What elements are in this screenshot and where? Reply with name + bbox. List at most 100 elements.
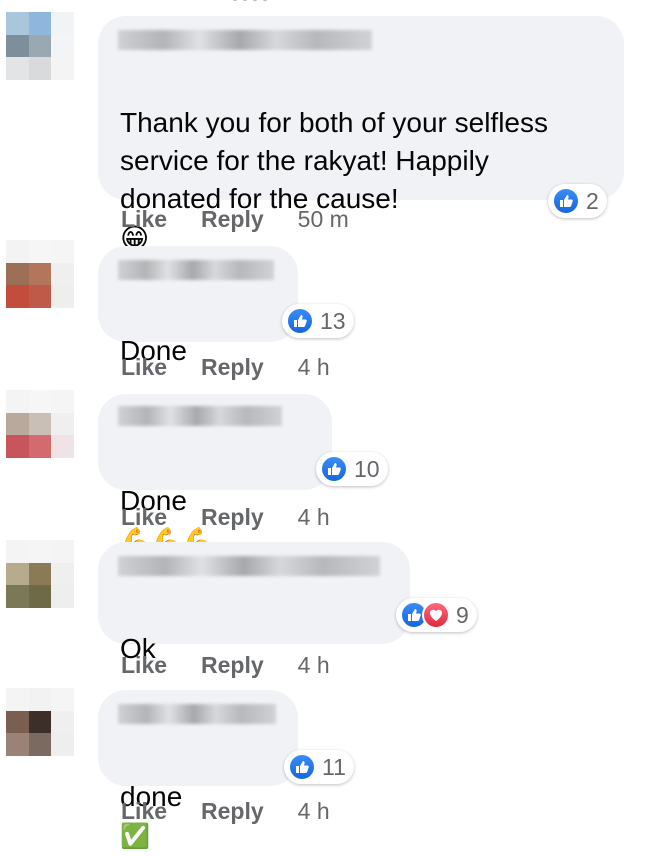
like-reaction-icon — [552, 187, 580, 215]
comment-1: Thank you for both of your selfless serv… — [0, 0, 648, 254]
reaction-count: 11 — [322, 753, 346, 780]
avatar-pixel — [28, 262, 52, 286]
avatar-pixel — [28, 57, 52, 80]
reply-link[interactable]: Reply — [201, 798, 264, 825]
avatar-pixel — [51, 240, 74, 263]
avatar-pixel — [51, 710, 74, 734]
timestamp[interactable]: 50 m — [298, 206, 349, 233]
avatar-pixel — [51, 585, 74, 608]
avatar-pixel — [51, 12, 74, 35]
like-link[interactable]: Like — [121, 206, 167, 233]
reaction-summary[interactable]: 2 — [548, 184, 607, 218]
reaction-summary[interactable]: 10 — [316, 452, 388, 486]
comment-2: Done 13 Like Reply 4 h — [0, 240, 648, 390]
avatar[interactable] — [6, 12, 74, 80]
avatar-pixel — [28, 733, 52, 756]
comment-4: Ok 9 Like Reply 4 h — [0, 540, 648, 688]
avatar-pixel — [6, 540, 29, 563]
timestamp[interactable]: 4 h — [298, 504, 330, 531]
comment-text-content: Thank you for both of your selfless serv… — [120, 107, 548, 214]
avatar-pixel — [28, 435, 52, 458]
avatar[interactable] — [6, 540, 74, 608]
comment-actions: Like Reply 4 h — [121, 652, 330, 679]
love-reaction-icon — [422, 601, 450, 629]
avatar-pixel — [6, 412, 29, 436]
avatar-pixel — [6, 435, 29, 458]
comment-actions: Like Reply 4 h — [121, 504, 330, 531]
avatar-pixel — [6, 34, 29, 58]
reaction-count: 9 — [456, 601, 469, 628]
timestamp[interactable]: 4 h — [298, 652, 330, 679]
author-name-blurred[interactable] — [118, 704, 276, 724]
comment-bubble: Done — [98, 246, 298, 366]
avatar-pixel — [6, 562, 29, 586]
avatar-pixel — [6, 240, 29, 263]
author-name-blurred[interactable] — [118, 260, 274, 280]
avatar-pixel — [6, 390, 29, 413]
like-link[interactable]: Like — [121, 798, 167, 825]
avatar-pixel — [28, 540, 52, 563]
avatar-pixel — [51, 57, 74, 80]
avatar-pixel — [51, 733, 74, 756]
like-reaction-icon — [320, 455, 348, 483]
avatar-pixel — [51, 540, 74, 563]
avatar-pixel — [6, 12, 29, 35]
avatar-pixel — [28, 562, 52, 586]
reaction-summary[interactable]: 11 — [284, 750, 354, 784]
avatar-pixel — [51, 562, 74, 586]
avatar-pixel — [28, 390, 52, 413]
avatar-pixel — [28, 34, 52, 58]
avatar-pixel — [6, 57, 29, 80]
avatar-pixel — [51, 390, 74, 413]
avatar[interactable] — [6, 688, 74, 756]
avatar-pixel — [51, 34, 74, 58]
reaction-count: 10 — [354, 455, 380, 482]
previous-comment-fragment — [230, 0, 270, 4]
avatar-pixel — [6, 285, 29, 308]
avatar-pixel — [28, 585, 52, 608]
avatar-pixel — [6, 585, 29, 608]
author-name-blurred[interactable] — [118, 406, 282, 426]
author-name-blurred[interactable] — [118, 30, 372, 50]
avatar-pixel — [28, 285, 52, 308]
reply-link[interactable]: Reply — [201, 206, 264, 233]
comment-bubble: done ✅ — [98, 690, 298, 850]
avatar-pixel — [51, 688, 74, 711]
reaction-count: 13 — [320, 307, 346, 334]
avatar-pixel — [6, 733, 29, 756]
timestamp[interactable]: 4 h — [298, 798, 330, 825]
like-link[interactable]: Like — [121, 504, 167, 531]
avatar-pixel — [28, 240, 52, 263]
reply-link[interactable]: Reply — [201, 652, 264, 679]
timestamp[interactable]: 4 h — [298, 354, 330, 381]
comment-bubble: Thank you for both of your selfless serv… — [98, 16, 624, 254]
reaction-summary[interactable]: 9 — [396, 598, 477, 632]
reply-link[interactable]: Reply — [201, 504, 264, 531]
like-link[interactable]: Like — [121, 354, 167, 381]
comment-bubble: Done 💪💪💪 — [98, 394, 332, 555]
reaction-count: 2 — [586, 187, 599, 214]
avatar-pixel — [6, 710, 29, 734]
reply-link[interactable]: Reply — [201, 354, 264, 381]
avatar[interactable] — [6, 240, 74, 308]
avatar-pixel — [28, 412, 52, 436]
avatar-pixel — [28, 710, 52, 734]
avatar-pixel — [51, 435, 74, 458]
like-reaction-icon — [288, 753, 316, 781]
like-reaction-icon — [286, 307, 314, 335]
comment-actions: Like Reply 50 m — [121, 206, 349, 233]
avatar[interactable] — [6, 390, 74, 458]
avatar-pixel — [28, 12, 52, 35]
avatar-pixel — [51, 412, 74, 436]
like-link[interactable]: Like — [121, 652, 167, 679]
avatar-pixel — [51, 262, 74, 286]
avatar-pixel — [6, 262, 29, 286]
comment-3: Done 💪💪💪 10 Like Reply 4 h — [0, 390, 648, 555]
comment-actions: Like Reply 4 h — [121, 798, 330, 825]
comment-5: done ✅ 11 Like Reply 4 h — [0, 688, 648, 850]
comment-bubble: Ok — [98, 542, 410, 664]
reaction-summary[interactable]: 13 — [282, 304, 354, 338]
avatar-pixel — [6, 688, 29, 711]
avatar-pixel — [51, 285, 74, 308]
author-name-blurred[interactable] — [118, 556, 380, 576]
